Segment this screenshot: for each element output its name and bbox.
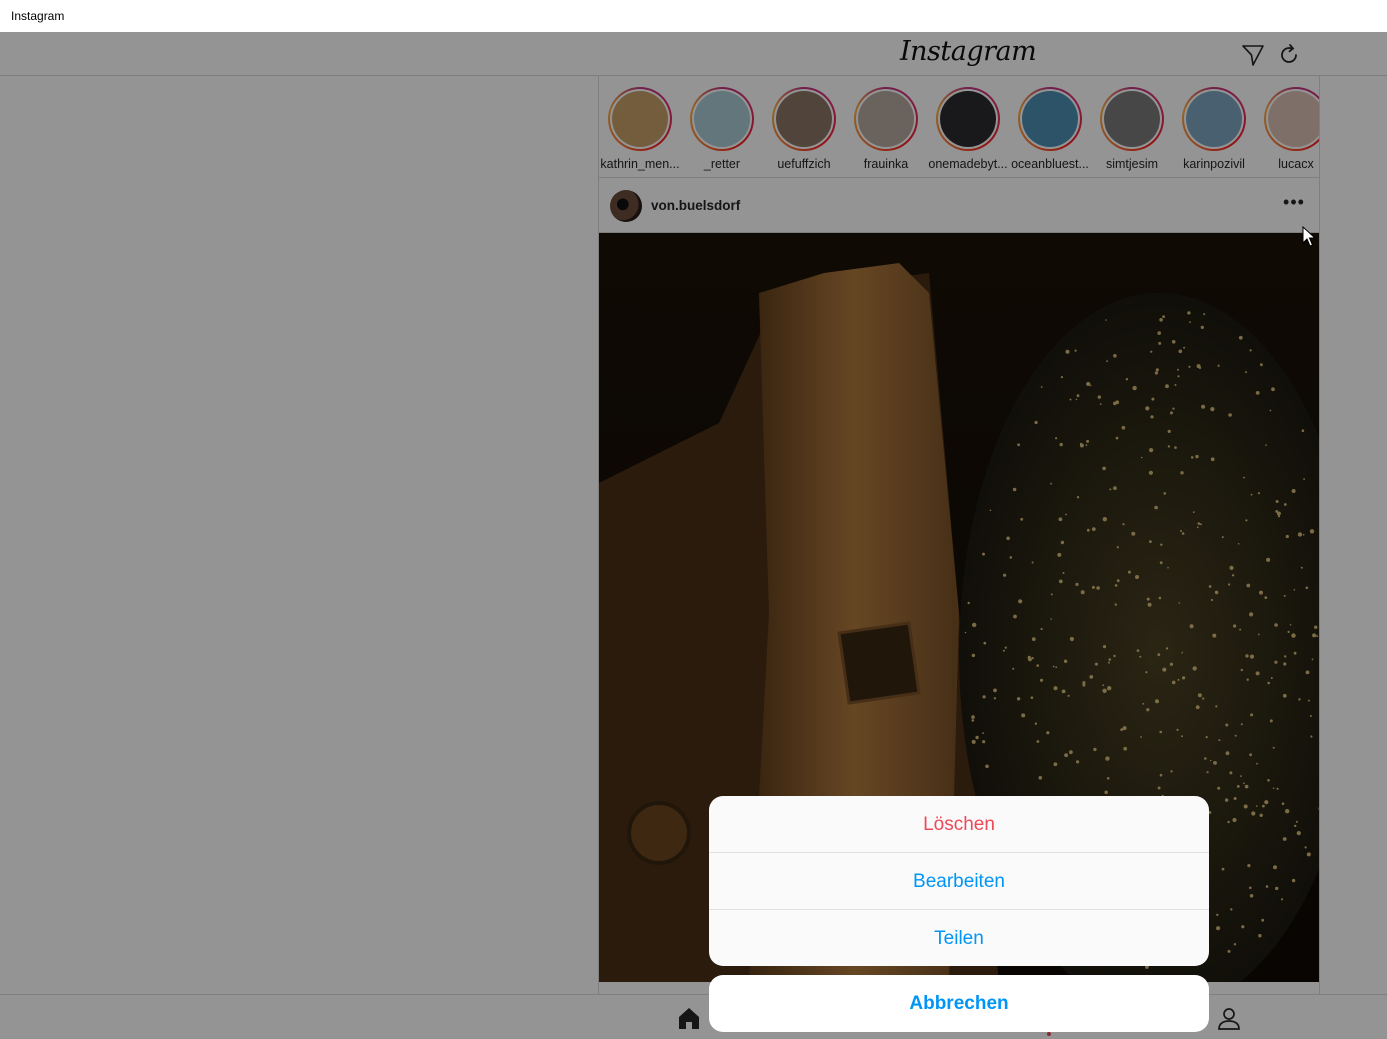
window-title: Instagram xyxy=(11,9,65,23)
mouse-cursor-icon xyxy=(1302,225,1317,248)
window-titlebar: Instagram xyxy=(0,0,1387,32)
edit-button[interactable]: Bearbeiten xyxy=(709,853,1209,910)
share-button[interactable]: Teilen xyxy=(709,910,1209,966)
delete-button[interactable]: Löschen xyxy=(709,796,1209,853)
action-sheet: Löschen Bearbeiten Teilen xyxy=(709,796,1209,966)
cancel-button[interactable]: Abbrechen xyxy=(709,975,1209,1032)
